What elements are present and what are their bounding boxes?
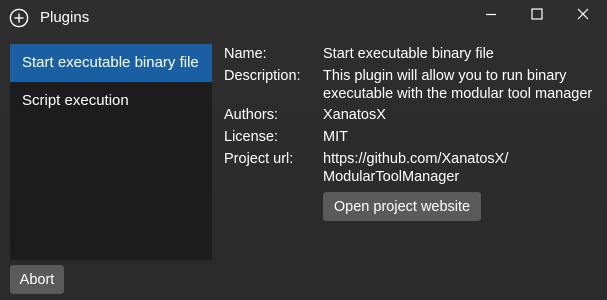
name-value: Start executable binary file [323, 46, 494, 62]
close-icon [577, 7, 589, 25]
plugins-window: Plugins Start executable binary file Scr… [0, 0, 607, 300]
authors-value: XanatosX [323, 107, 386, 123]
plugin-list-item-script-execution[interactable]: Script execution [10, 82, 212, 120]
window-title: Plugins [40, 9, 90, 26]
add-circle-icon [9, 8, 29, 28]
close-button[interactable] [560, 0, 606, 32]
description-value-line1: This plugin will allow you to run binary [323, 68, 567, 84]
maximize-icon [531, 7, 543, 25]
open-project-website-button[interactable]: Open project website [323, 192, 481, 221]
project-url-value-line2: ModularToolManager [323, 169, 460, 185]
license-value: MIT [323, 129, 348, 145]
minimize-button[interactable] [468, 0, 514, 32]
plugin-list: Start executable binary file Script exec… [10, 44, 212, 260]
plugin-list-item-start-executable[interactable]: Start executable binary file [10, 44, 212, 82]
abort-button[interactable]: Abort [10, 265, 64, 294]
name-label: Name: [224, 46, 267, 62]
project-url-label: Project url: [224, 151, 294, 167]
maximize-button[interactable] [514, 0, 560, 32]
title-bar: Plugins [0, 0, 607, 36]
minimize-icon [485, 7, 497, 25]
authors-label: Authors: [224, 107, 278, 123]
license-label: License: [224, 129, 279, 145]
description-value-line2: executable with the modular tool manager [323, 86, 593, 102]
project-url-value-line1: https://github.com/XanatosX/ [323, 151, 509, 167]
description-label: Description: [224, 68, 301, 84]
